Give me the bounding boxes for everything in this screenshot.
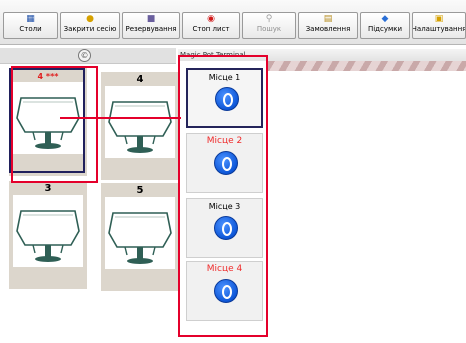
table-tile[interactable]: 4 [101, 72, 179, 180]
table-icon [108, 212, 172, 264]
app-window: ▦ Столи ● Закрити сесію ■ Резервування ◉… [0, 0, 466, 343]
close-session-button[interactable]: ● Закрити сесію [60, 12, 120, 39]
seats-highlight-box [178, 55, 268, 337]
table-icon [108, 101, 172, 153]
table-highlight-box [11, 66, 98, 183]
tables-header: © [0, 48, 176, 64]
table-number: 3 [44, 183, 52, 194]
orders-label: Замовлення [305, 25, 351, 33]
order-icon: ▤ [323, 14, 333, 24]
table-image [105, 197, 175, 269]
lock-icon: ● [86, 14, 94, 24]
search-label: Пошук [256, 25, 282, 33]
reservation-button[interactable]: ■ Резервування [122, 12, 180, 39]
settings-icon: ▣ [434, 14, 444, 24]
annotation-connector [60, 117, 181, 119]
summary-button[interactable]: ◆ Підсумки [360, 12, 410, 39]
close-session-label: Закрити сесію [63, 25, 117, 33]
table-tile[interactable]: 5 [101, 183, 179, 291]
tables-button-label: Столи [19, 25, 42, 33]
search-icon: ⚲ [265, 14, 273, 24]
table-icon [16, 210, 80, 262]
tables-button[interactable]: ▦ Столи [3, 12, 58, 39]
summary-icon: ◆ [381, 14, 389, 24]
reservation-icon: ■ [146, 14, 156, 24]
main-toolbar: ▦ Столи ● Закрити сесію ■ Резервування ◉… [0, 0, 466, 45]
panel-decoration [268, 61, 466, 71]
grid-icon: ▦ [26, 14, 35, 24]
stop-list-button[interactable]: ◉ Стоп лист [182, 12, 240, 39]
settings-button[interactable]: ▣ Налаштування [412, 12, 466, 39]
settings-label: Налаштування [412, 25, 466, 33]
stop-icon: ◉ [207, 14, 215, 24]
table-number: 5 [136, 185, 144, 196]
summary-label: Підсумки [367, 25, 403, 33]
table-image [105, 86, 175, 158]
table-number: 4 [136, 74, 144, 85]
table-tile[interactable]: 3 [9, 181, 87, 289]
table-image [13, 195, 83, 267]
orders-button[interactable]: ▤ Замовлення [298, 12, 358, 39]
stop-list-label: Стоп лист [192, 25, 230, 33]
reservation-label: Резервування [125, 25, 177, 33]
copyright-icon: © [78, 49, 91, 62]
search-button[interactable]: ⚲ Пошук [242, 12, 296, 39]
